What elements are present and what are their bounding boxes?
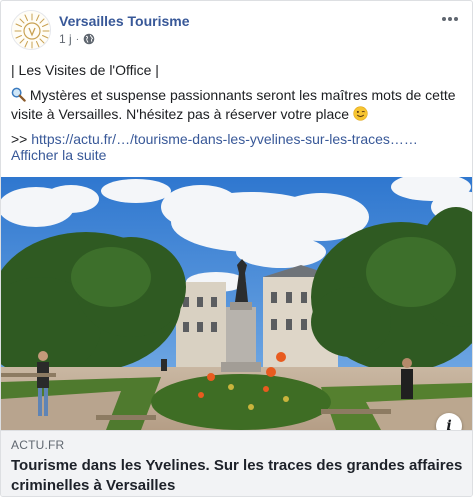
post-text-body: Mystères et suspense passionnants seront…: [11, 87, 456, 122]
winking-face-emoji: [353, 106, 368, 121]
post-timestamp[interactable]: 1 j: [59, 32, 72, 46]
see-more-link[interactable]: Afficher la suite: [11, 146, 460, 165]
link-preview-caption[interactable]: ACTU.FR Tourisme dans les Yvelines. Sur …: [1, 430, 472, 496]
facebook-post: Versailles Tourisme 1 j · | Les Visites …: [0, 0, 473, 497]
post-header: Versailles Tourisme 1 j ·: [11, 10, 462, 54]
magnifier-icon: [11, 87, 26, 102]
page-name-link[interactable]: Versailles Tourisme: [59, 13, 189, 29]
link-domain: ACTU.FR: [11, 438, 65, 452]
sun-logo-icon: [12, 11, 50, 49]
link-preview-image[interactable]: [1, 177, 472, 430]
globe-icon: [83, 33, 95, 45]
page-avatar[interactable]: [11, 10, 51, 50]
post-text: | Les Visites de l'Office | Mystères et …: [11, 61, 460, 171]
post-text-line: | Les Visites de l'Office |: [11, 62, 159, 78]
meta-separator: ·: [75, 33, 80, 45]
link-title[interactable]: Tourisme dans les Yvelines. Sur les trac…: [11, 456, 464, 496]
article-url-link[interactable]: https://actu.fr/…/tourisme-dans-les-yvel…: [31, 131, 418, 147]
post-text-paragraph: Mystères et suspense passionnants seront…: [11, 86, 460, 124]
post-meta: 1 j ·: [59, 32, 95, 46]
post-link-line: >> https://actu.fr/…/tourisme-dans-les-y…: [11, 130, 460, 165]
more-options-icon[interactable]: [438, 10, 462, 28]
link-prefix: >>: [11, 131, 28, 147]
